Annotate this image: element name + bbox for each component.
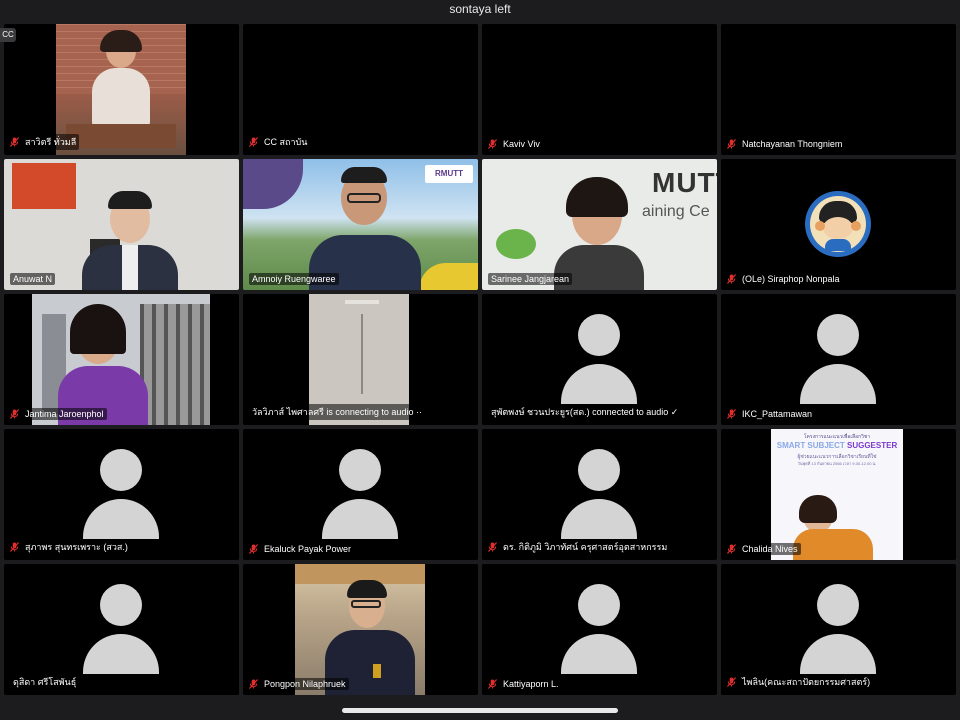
poster-title-b: SUGGESTER <box>847 441 898 450</box>
participant-name-label: CC สถาบัน <box>261 134 311 150</box>
participant-name-label: Chalida Nives <box>739 543 801 555</box>
participant-name-label: Natchayanan Thongniem <box>739 138 846 150</box>
participant-name-label: สาวิตรี ทั่วมลี <box>22 134 80 150</box>
cc-badge[interactable]: CC <box>0 28 16 42</box>
muted-mic-icon <box>488 139 497 149</box>
participant-name: สาวิตรี ทั่วมลี <box>10 134 80 150</box>
poster-date: วันพุธที่ 13 กันยายน 2566 เวลา 9.30-12.0… <box>797 461 877 466</box>
participant-tile[interactable]: MUTT aining Ce Sarinee Jangjarean <box>482 159 717 290</box>
muted-mic-icon <box>727 544 736 554</box>
muted-mic-icon <box>10 542 19 552</box>
participant-name: ดร. กิติภูมิ วิภาทัศน์ ครุศาสตร์อุตสาหกร… <box>488 539 671 555</box>
participant-name-label: Kattiyaporn L. <box>500 678 562 690</box>
top-bar: sontaya left <box>0 0 960 20</box>
participant-tile[interactable]: สุภาพร สุนทรเพราะ (สวส.) <box>4 429 239 560</box>
muted-mic-icon <box>727 139 736 149</box>
participant-name-label: ดุสิดา ศรีโสพันธุ์ <box>10 674 80 690</box>
participant-tile[interactable]: Natchayanan Thongniem <box>721 24 956 155</box>
participant-tile[interactable]: Pongpon Nilaphruek <box>243 564 478 695</box>
participant-tile[interactable]: RMUTT Amnoiy Ruengwaree <box>243 159 478 290</box>
video-feed: RMUTT <box>243 159 478 290</box>
participant-tile[interactable]: ดุสิดา ศรีโสพันธุ์ <box>4 564 239 695</box>
participant-name: สุภาพร สุนทรเพราะ (สวส.) <box>10 539 131 555</box>
participant-name: วัลวิภาส์ ไพศาลศรี is connecting to audi… <box>249 404 425 420</box>
participant-name-label: Pongpon Nilaphruek <box>261 678 349 690</box>
participant-name-label: Sarinee Jangjarean <box>488 273 573 285</box>
muted-mic-icon <box>488 542 497 552</box>
participant-name: Pongpon Nilaphruek <box>249 678 349 690</box>
rmutt-sign-sub: aining Ce <box>642 203 710 220</box>
participant-name-label: Amnoiy Ruengwaree <box>249 273 339 285</box>
participant-name: Kaviv Viv <box>488 138 543 150</box>
participant-name-label: Anuwat N <box>10 273 56 285</box>
participant-name: Chalida Nives <box>727 543 801 555</box>
participant-name: สุพัตพงษ์ ชวนประยูร(สด.) connected to au… <box>488 404 682 420</box>
participant-grid: สาวิตรี ทั่วมลี CC สถาบัน Kaviv Viv Natchay… <box>4 24 956 695</box>
participant-name: Amnoiy Ruengwaree <box>249 273 339 285</box>
participant-tile[interactable]: Jantima Jaroenphol <box>4 294 239 425</box>
participant-name-label: IKC_Pattamawan <box>739 408 816 420</box>
muted-mic-icon <box>727 274 736 284</box>
participant-tile[interactable]: CC สถาบัน <box>243 24 478 155</box>
participant-tile[interactable]: Ekaluck Payak Power <box>243 429 478 560</box>
participant-name: IKC_Pattamawan <box>727 408 816 420</box>
participant-tile[interactable]: Kattiyaporn L. <box>482 564 717 695</box>
muted-mic-icon <box>727 409 736 419</box>
video-feed <box>4 159 239 290</box>
participant-tile[interactable]: ดร. กิติภูมิ วิภาทัศน์ ครุศาสตร์อุตสาหกร… <box>482 429 717 560</box>
participant-tile[interactable]: วัลวิภาส์ ไพศาลศรี is connecting to audi… <box>243 294 478 425</box>
participant-tile[interactable]: Kaviv Viv <box>482 24 717 155</box>
participant-name: Kattiyaporn L. <box>488 678 562 690</box>
participant-name-label: Jantima Jaroenphol <box>22 408 107 420</box>
home-indicator[interactable] <box>342 708 618 713</box>
participant-name-label: Kaviv Viv <box>500 138 543 150</box>
participant-name-label: ดร. กิติภูมิ วิภาทัศน์ ครุศาสตร์อุตสาหกร… <box>500 539 671 555</box>
muted-mic-icon <box>10 137 19 147</box>
rmutt-logo: RMUTT <box>425 165 473 183</box>
rmutt-sign: MUTT <box>652 167 717 198</box>
participant-tile[interactable]: โครงการแนะแนวเพื่อเลือกวิชา SMART SUBJEC… <box>721 429 956 560</box>
video-feed <box>295 564 425 695</box>
muted-mic-icon <box>727 677 736 687</box>
participant-name-label: สุภาพร สุนทรเพราะ (สวส.) <box>22 539 131 555</box>
participant-name-label: สุพัตพงษ์ ชวนประยูร(สด.) connected to au… <box>488 404 682 420</box>
poster-title-a: SMART SUBJECT <box>776 441 847 450</box>
event-poster: โครงการแนะแนวเพื่อเลือกวิชา SMART SUBJEC… <box>771 429 903 560</box>
participant-tile[interactable]: ไพลิน(คณะสถาปัตยกรรมศาสตร์) <box>721 564 956 695</box>
participant-tile[interactable]: Anuwat N <box>4 159 239 290</box>
muted-mic-icon <box>249 544 258 554</box>
participant-name: Natchayanan Thongniem <box>727 138 846 150</box>
participant-name-label: (OLe) Siraphop Nonpala <box>739 273 843 285</box>
participant-tile[interactable]: (OLe) Siraphop Nonpala <box>721 159 956 290</box>
participant-name: Sarinee Jangjarean <box>488 273 573 285</box>
participant-tile[interactable]: IKC_Pattamawan <box>721 294 956 425</box>
muted-mic-icon <box>10 409 19 419</box>
participant-name-label: วัลวิภาส์ ไพศาลศรี is connecting to audi… <box>249 404 425 420</box>
participant-name: ไพลิน(คณะสถาปัตยกรรมศาสตร์) <box>727 674 874 690</box>
participant-name: Jantima Jaroenphol <box>10 408 107 420</box>
participant-name: Ekaluck Payak Power <box>249 543 355 555</box>
participant-name: CC สถาบัน <box>249 134 311 150</box>
muted-mic-icon <box>488 679 497 689</box>
video-feed: MUTT aining Ce <box>482 159 717 290</box>
cartoon-avatar-icon <box>805 191 871 257</box>
participant-name-label: ไพลิน(คณะสถาปัตยกรรมศาสตร์) <box>739 674 874 690</box>
participant-tile[interactable]: สาวิตรี ทั่วมลี <box>4 24 239 155</box>
muted-mic-icon <box>249 137 258 147</box>
video-feed <box>32 294 210 425</box>
participant-tile[interactable]: สุพัตพงษ์ ชวนประยูร(สด.) connected to au… <box>482 294 717 425</box>
participant-name-label: Ekaluck Payak Power <box>261 543 355 555</box>
participant-name: ดุสิดา ศรีโสพันธุ์ <box>10 674 80 690</box>
poster-header: โครงการแนะแนวเพื่อเลือกวิชา <box>803 434 871 440</box>
muted-mic-icon <box>249 679 258 689</box>
participant-name: (OLe) Siraphop Nonpala <box>727 273 843 285</box>
participant-name: Anuwat N <box>10 273 56 285</box>
window-title: sontaya left <box>449 2 511 16</box>
